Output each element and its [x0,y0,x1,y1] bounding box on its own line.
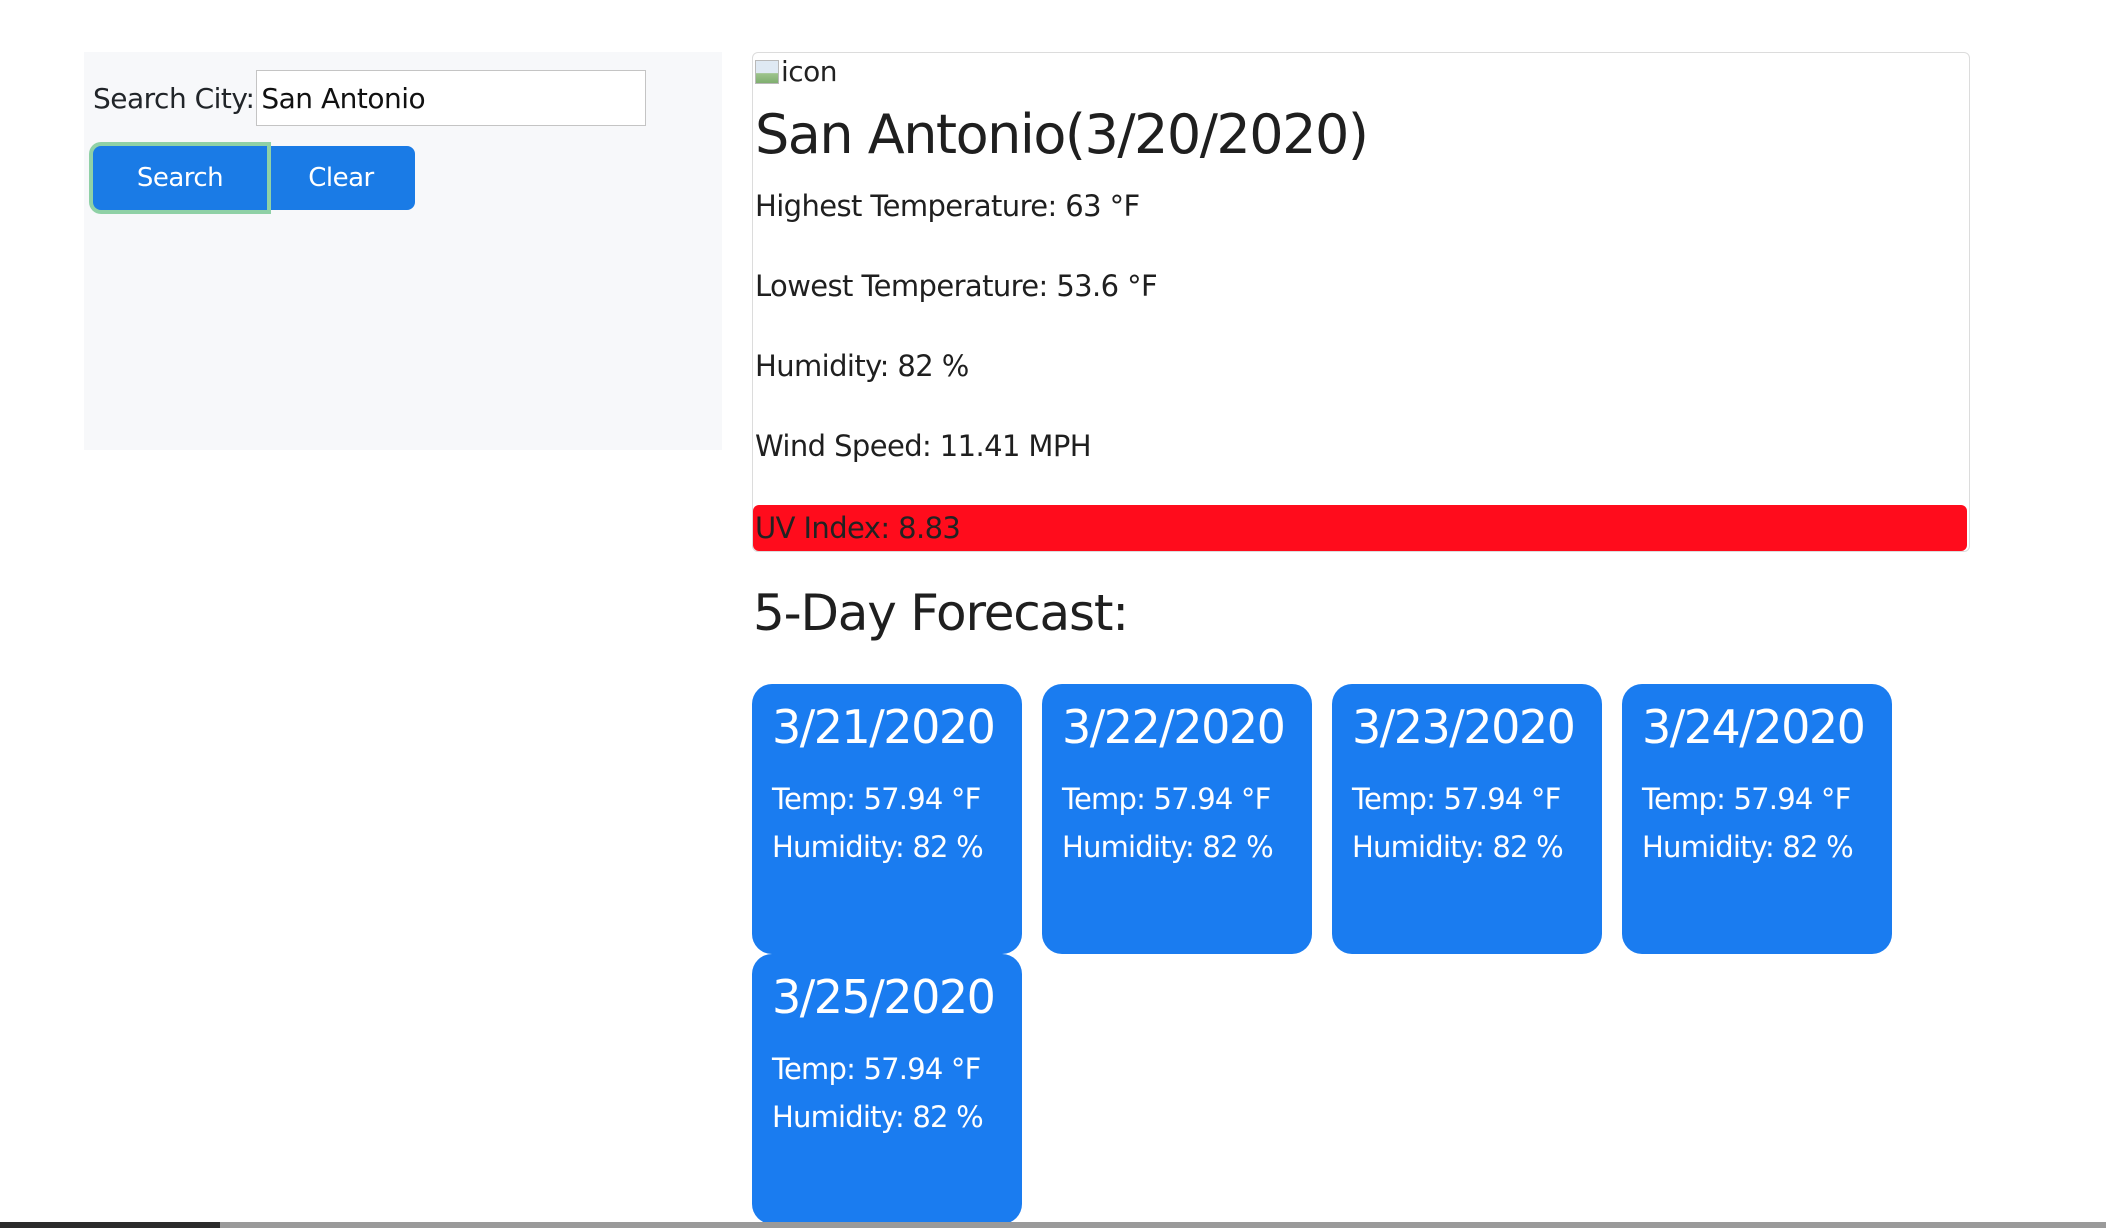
search-button-group: Search Clear [93,146,415,210]
forecast-temp: Temp: 57.94 °F [1642,782,1851,816]
horizontal-scrollbar[interactable] [0,1222,2106,1228]
forecast-date: 3/21/2020 [772,700,996,754]
search-row: Search City: [93,70,647,126]
forecast-date: 3/23/2020 [1352,700,1576,754]
clear-button[interactable]: Clear [267,146,415,210]
current-weather-card: icon San Antonio(3/20/2020) Highest Temp… [752,52,1970,552]
forecast-date: 3/22/2020 [1062,700,1286,754]
weather-icon-image: icon [755,55,838,88]
forecast-date: 3/25/2020 [772,970,996,1024]
uv-index-badge: UV Index: 8.83 [753,505,1967,551]
scrollbar-thumb[interactable] [0,1222,220,1228]
wind-speed: Wind Speed: 11.41 MPH [755,429,1092,463]
forecast-temp: Temp: 57.94 °F [772,1052,981,1086]
search-city-label: Search City: [93,81,255,115]
forecast-humidity: Humidity: 82 % [772,1100,984,1134]
forecast-card: 3/21/2020 Temp: 57.94 °F Humidity: 82 % [752,684,1022,954]
broken-image-icon [755,59,779,84]
forecast-temp: Temp: 57.94 °F [1352,782,1561,816]
forecast-temp: Temp: 57.94 °F [1062,782,1271,816]
forecast-humidity: Humidity: 82 % [772,830,984,864]
forecast-card: 3/25/2020 Temp: 57.94 °F Humidity: 82 % [752,954,1022,1224]
forecast-humidity: Humidity: 82 % [1062,830,1274,864]
weather-dashboard: Search City: Search Clear icon San Anton… [0,0,2106,1228]
city-date-title: San Antonio(3/20/2020) [755,103,1369,166]
forecast-humidity: Humidity: 82 % [1352,830,1564,864]
humidity: Humidity: 82 % [755,349,969,383]
search-panel: Search City: Search Clear [84,52,722,450]
forecast-card: 3/23/2020 Temp: 57.94 °F Humidity: 82 % [1332,684,1602,954]
search-city-input[interactable] [256,70,647,126]
lowest-temperature: Lowest Temperature: 53.6 °F [755,269,1158,303]
forecast-card: 3/24/2020 Temp: 57.94 °F Humidity: 82 % [1622,684,1892,954]
forecast-card: 3/22/2020 Temp: 57.94 °F Humidity: 82 % [1042,684,1312,954]
forecast-temp: Temp: 57.94 °F [772,782,981,816]
search-button[interactable]: Search [93,146,267,210]
forecast-heading: 5-Day Forecast: [753,584,1129,642]
highest-temperature: Highest Temperature: 63 °F [755,189,1140,223]
forecast-date: 3/24/2020 [1642,700,1866,754]
forecast-humidity: Humidity: 82 % [1642,830,1854,864]
weather-icon-alt-text: icon [781,55,838,88]
